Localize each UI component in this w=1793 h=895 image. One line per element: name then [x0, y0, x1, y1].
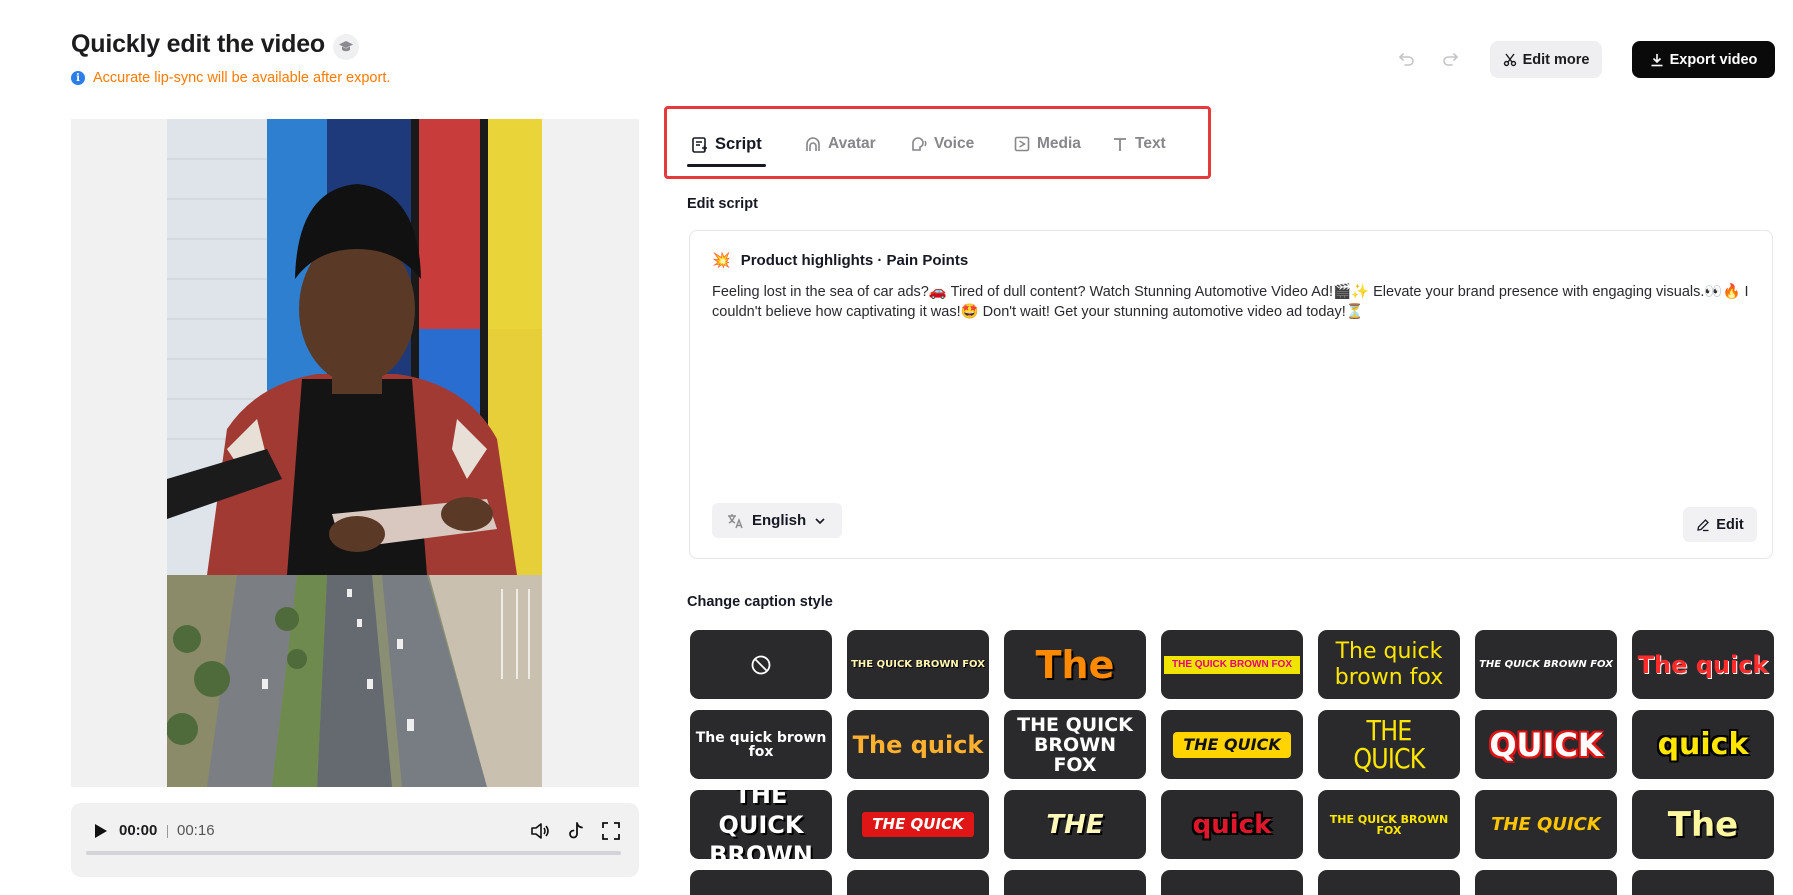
- edit-script-heading: Edit script: [687, 196, 758, 212]
- avatar-icon: [806, 137, 820, 151]
- caption-style-option[interactable]: THE QUICK BROWN FOX: [1475, 630, 1617, 699]
- export-video-label: Export video: [1669, 51, 1758, 68]
- tab-script[interactable]: Script: [691, 135, 762, 154]
- time-separator: [167, 825, 168, 838]
- caption-style-option[interactable]: [847, 870, 989, 895]
- caption-style-option[interactable]: [690, 870, 832, 895]
- caption-style-option[interactable]: The quick brown fox: [690, 710, 832, 779]
- caption-style-option[interactable]: THE QUICK: [1318, 710, 1460, 779]
- info-icon: i: [71, 71, 85, 85]
- tab-voice[interactable]: Voice: [910, 135, 974, 153]
- caption-style-option[interactable]: The quick brown fox: [1318, 630, 1460, 699]
- volume-icon[interactable]: [529, 820, 551, 842]
- editor-tabs: Script Avatar Voice Media Text: [664, 106, 1211, 179]
- scissors-icon: [1503, 53, 1516, 66]
- script-text[interactable]: Feeling lost in the sea of car ads?🚗 Tir…: [712, 282, 1752, 322]
- language-select[interactable]: English: [712, 503, 842, 538]
- lipsync-notice: i Accurate lip-sync will be available af…: [71, 70, 390, 86]
- page-title: Quickly edit the video: [71, 30, 325, 58]
- notice-text: Accurate lip-sync will be available afte…: [93, 70, 391, 86]
- caption-style-option[interactable]: The quick: [847, 710, 989, 779]
- edit-more-label: Edit more: [1522, 51, 1590, 68]
- caption-style-option[interactable]: [1318, 870, 1460, 895]
- caption-style-option[interactable]: THE QUICK BROWN FOX: [1161, 630, 1303, 699]
- active-tab-indicator: [687, 164, 766, 167]
- caption-style-option[interactable]: THE QUICK BROWN: [690, 790, 832, 859]
- caption-style-option[interactable]: THE QUICK BROWN FOX: [1318, 790, 1460, 859]
- chevron-down-icon: [815, 517, 825, 524]
- caption-style-option[interactable]: The: [1632, 790, 1774, 859]
- tab-script-label: Script: [715, 135, 762, 153]
- tab-avatar[interactable]: Avatar: [804, 135, 876, 153]
- caption-style-option[interactable]: THE QUICK: [1161, 710, 1303, 779]
- caption-style-option[interactable]: [1004, 870, 1146, 895]
- script-heading: 💥 Product highlights · Pain Points: [712, 251, 969, 270]
- media-icon: [1014, 136, 1030, 152]
- play-icon[interactable]: [89, 820, 111, 842]
- script-icon: [692, 136, 707, 153]
- caption-style-option[interactable]: [1161, 870, 1303, 895]
- caption-style-option[interactable]: The quick: [1632, 630, 1774, 699]
- script-heading-text: Product highlights · Pain Points: [740, 251, 969, 269]
- graduation-cap-icon[interactable]: [333, 34, 359, 60]
- caption-style-option[interactable]: QUICK: [1475, 710, 1617, 779]
- export-video-button[interactable]: Export video: [1632, 41, 1775, 78]
- language-label: English: [752, 512, 807, 529]
- tab-media[interactable]: Media: [1013, 135, 1081, 153]
- translate-icon: [728, 513, 743, 528]
- player-controls: 00:00 00:16: [71, 803, 639, 877]
- caption-style-option[interactable]: [1475, 870, 1617, 895]
- tab-voice-label: Voice: [934, 135, 975, 152]
- current-time: 00:00: [119, 822, 158, 839]
- tab-media-label: Media: [1037, 135, 1081, 152]
- voice-icon: [912, 137, 927, 151]
- caption-style-option[interactable]: THE QUICK: [847, 790, 989, 859]
- caption-style-option[interactable]: The: [1004, 630, 1146, 699]
- text-icon: [1114, 138, 1126, 151]
- ban-icon: [751, 655, 771, 674]
- video-preview[interactable]: [71, 119, 639, 787]
- redo-icon[interactable]: [1439, 48, 1461, 70]
- script-card: 💥 Product highlights · Pain Points Feeli…: [689, 230, 1773, 559]
- caption-style-option[interactable]: THE QUICK: [1475, 790, 1617, 859]
- caption-style-option[interactable]: THE QUICK BROWN FOX: [847, 630, 989, 699]
- caption-style-none[interactable]: [690, 630, 832, 699]
- undo-icon[interactable]: [1396, 48, 1418, 70]
- caption-style-heading: Change caption style: [687, 594, 833, 610]
- pencil-icon: [1697, 518, 1710, 531]
- script-heading-emoji: 💥: [712, 252, 731, 269]
- video-frame: [167, 119, 542, 787]
- caption-style-option[interactable]: quick: [1632, 710, 1774, 779]
- download-icon: [1651, 53, 1663, 66]
- progress-bar[interactable]: [86, 851, 621, 855]
- fullscreen-icon[interactable]: [600, 820, 622, 842]
- caption-style-option[interactable]: [1632, 870, 1774, 895]
- tab-text-label: Text: [1135, 135, 1166, 152]
- caption-style-option[interactable]: THE: [1004, 790, 1146, 859]
- duration: 00:16: [177, 822, 215, 839]
- edit-script-button[interactable]: Edit: [1683, 507, 1757, 542]
- tiktok-icon[interactable]: [565, 820, 587, 842]
- caption-style-option[interactable]: quick: [1161, 790, 1303, 859]
- tab-avatar-label: Avatar: [828, 135, 876, 152]
- edit-more-button[interactable]: Edit more: [1490, 41, 1602, 78]
- caption-style-option[interactable]: THE QUICK BROWN FOX: [1004, 710, 1146, 779]
- edit-label: Edit: [1716, 516, 1744, 533]
- tab-text[interactable]: Text: [1111, 135, 1166, 153]
